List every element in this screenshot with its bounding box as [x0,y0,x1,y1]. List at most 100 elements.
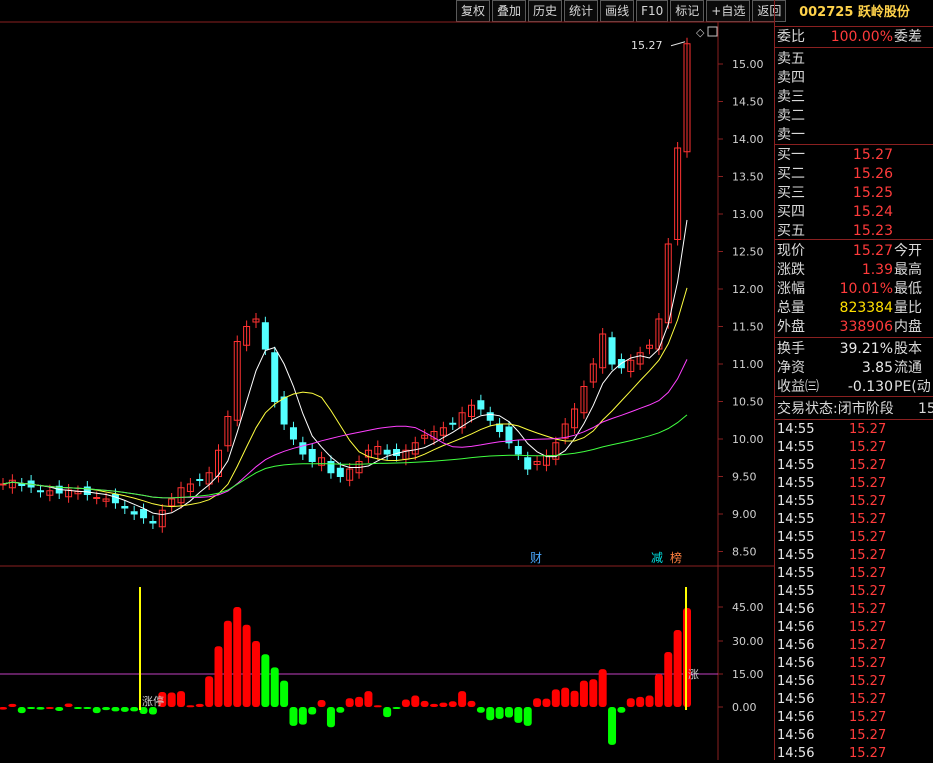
indicator-bar [102,707,111,711]
tick-time: 14:56 [777,620,815,635]
candle-body [196,479,204,481]
bid-row-value: 15.26 [852,166,893,182]
indicator-bar [45,707,54,709]
price-axis-label: 14.50 [732,96,764,109]
bid-row: 买四 15.24 [777,203,893,221]
tick-row: 14:56 15.27 [777,619,886,637]
indicator-bar [111,707,120,712]
indicator-bar [420,700,429,707]
candle-body [608,337,616,365]
indicator-bar [476,707,485,713]
tick-time: 14:55 [777,548,815,563]
price-axis-label: 11.00 [732,358,764,371]
tick-row: 14:56 15.27 [777,745,886,763]
tick-time: 14:55 [777,584,815,599]
candle-body [83,486,91,495]
tick-row: 14:55 15.27 [777,421,886,439]
high-pointer [670,41,686,47]
tick-time: 14:56 [777,638,815,653]
ask-row-label: 卖四 [777,70,805,86]
window-icon[interactable] [707,26,718,37]
quote-row: 现价 15.27 今开 [777,242,922,260]
reduce-marker[interactable]: 减 [651,551,663,565]
candle-body [0,483,7,486]
quote-row: 涨跌 1.39 最高 [777,261,922,279]
tick-time: 14:56 [777,602,815,617]
indicator-bar [251,641,260,707]
candle-body [111,494,119,504]
quote-row-sublabel: 最低 [894,281,922,297]
indicator-bar [186,705,195,708]
indicator-bar [298,707,307,725]
candle-body [336,467,344,477]
ma5-line [2,219,688,516]
indicator-bar [205,676,214,707]
indicator-bar [92,707,101,714]
price-axis-label: 12.50 [732,246,764,259]
indicator-bar [55,707,64,711]
indicator-bar [177,691,186,707]
tick-row: 14:56 15.27 [777,601,886,619]
indicator-bar [533,698,542,707]
indicator-bars [0,607,691,745]
bid-row: 买三 15.25 [777,184,893,202]
kline-chart[interactable]: 15.00 14.50 14.00 13.50 13.00 12.50 12.00 11.50… [0,0,774,760]
price-axis-label: 9.50 [732,471,757,484]
indicator-bar [401,699,410,707]
high-price-label: 15.27 [631,39,663,52]
tick-price: 15.27 [849,584,887,599]
ask-row: 卖三 [777,88,805,106]
bid-row-value: 15.23 [852,223,893,239]
quote-row-sublabel: 量比 [894,300,922,316]
indicator-bar [664,652,673,707]
indicator-axis-label: 15.00 [732,668,764,681]
bid-row: 买二 15.26 [777,165,893,183]
ranking-marker[interactable]: 榜 [670,550,682,565]
price-axis-label: 12.00 [732,283,764,296]
tick-price: 15.27 [849,494,887,509]
indicator-bar [636,696,645,707]
tick-row: 14:56 15.27 [777,691,886,709]
tick-time: 14:55 [777,512,815,527]
tick-time: 14:55 [777,440,815,455]
finance-marker[interactable]: 财 [530,551,542,565]
ask-row: 卖二 [777,107,805,125]
quote-panel: 002725 跃岭股份 委比 100.00% 委差 卖五 卖四 卖三 卖二 卖一 买一 1… [774,0,933,763]
candle-body [299,442,307,455]
fund-row-value: 39.21% [839,341,893,357]
tick-row: 14:55 15.27 [777,565,886,583]
tick-time: 14:56 [777,674,815,689]
tick-time: 14:56 [777,692,815,707]
indicator-bar [458,691,467,707]
candle-body [524,457,532,470]
indicator-bar [504,707,513,718]
tick-price: 15.27 [849,620,887,635]
indicator-bar [242,624,251,707]
trade-status-label: 交易状态: [777,401,838,417]
indicator-bar [73,707,82,709]
indicator-bar [383,707,392,718]
indicator-bar [514,707,523,723]
ask-row-label: 卖一 [777,127,805,143]
indicator-bar [654,674,663,707]
indicator-bar [448,701,457,707]
tick-time: 14:55 [777,566,815,581]
indicator-bar [589,679,598,707]
indicator-bar [0,707,7,710]
quote-row: 涨幅 10.01% 最低 [777,280,922,298]
indicator-bar [36,707,45,710]
tick-row: 14:56 15.27 [777,637,886,655]
candle-body [149,521,157,524]
ma60-line [2,414,688,499]
diamond-icon[interactable]: ◇ [696,26,705,39]
ma20-line [2,359,688,499]
indicator-bar [214,646,223,707]
quote-row-value: 15.27 [852,243,893,259]
indicator-bar [8,703,17,707]
indicator-axis-label: 0.00 [732,701,757,714]
price-axis-label: 8.50 [732,546,757,559]
fund-row-value: -0.130 [847,379,893,395]
tick-price: 15.27 [849,548,887,563]
indicator-bar [64,703,73,707]
tick-row: 14:55 15.27 [777,493,886,511]
